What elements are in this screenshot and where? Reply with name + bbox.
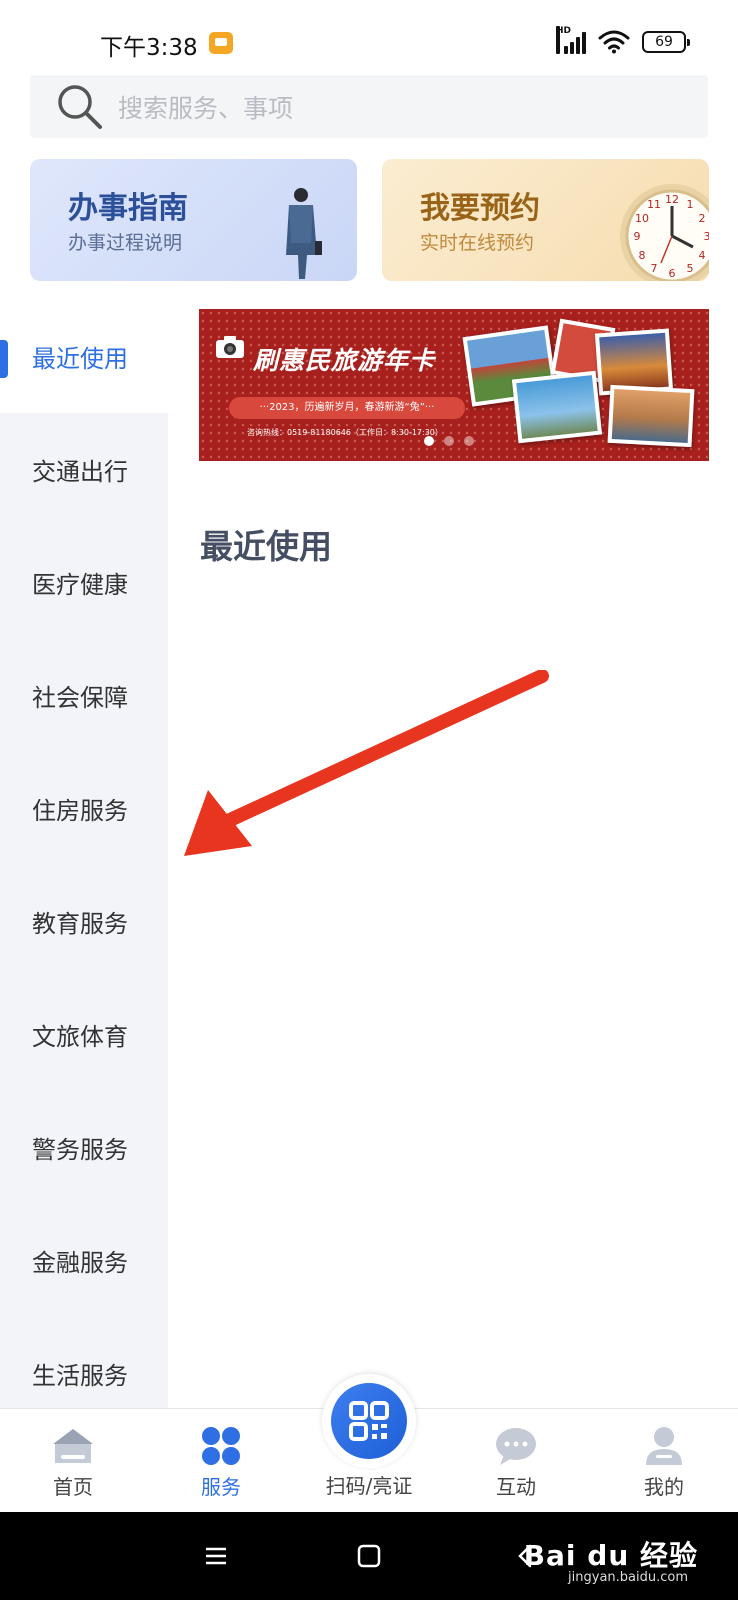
promo-banner[interactable]: 刷惠民旅游年卡 ···2023，历遍新岁月，春游新游“兔”··· 咨询热线：05…	[199, 309, 709, 461]
hd-label: HD	[556, 26, 571, 54]
tab-interact[interactable]: 互动	[456, 1409, 576, 1513]
search-placeholder: 搜索服务、事项	[118, 93, 294, 123]
guide-card[interactable]: 办事指南 办事过程说明	[30, 159, 357, 281]
annotation-arrow	[184, 670, 549, 856]
sidebar-item-housing[interactable]: 住房服务	[0, 752, 168, 865]
tab-service[interactable]: 服务	[161, 1409, 281, 1513]
category-sidebar: 最近使用 交通出行 医疗健康 社会保障 住房服务 教育服务 文旅体育 警务服务 …	[0, 300, 168, 1408]
svg-text:11: 11	[647, 198, 661, 211]
person-illustration	[286, 188, 322, 279]
wifi-icon	[598, 30, 630, 54]
tab-mine[interactable]: 我的	[604, 1409, 724, 1513]
banner-hotline: 咨询热线：0519-81180646（工作日：8:30-17:30）	[247, 428, 443, 437]
banner-indicator-1	[424, 436, 434, 446]
svg-text:12: 12	[665, 193, 679, 206]
svg-text:8: 8	[639, 249, 646, 262]
sidebar-item-finance[interactable]: 金融服务	[0, 1204, 168, 1317]
baidu-watermark-url: jingyan.baidu.com	[568, 1570, 688, 1585]
banner-indicator-3	[464, 436, 474, 446]
sidebar-item-transport[interactable]: 交通出行	[0, 413, 168, 526]
tab-home[interactable]: 首页	[13, 1409, 133, 1513]
tab-home-label: 首页	[53, 1475, 93, 1499]
svg-text:10: 10	[635, 212, 649, 225]
home-icon	[53, 1429, 93, 1463]
search-icon	[58, 84, 102, 129]
svg-text:7: 7	[651, 262, 658, 275]
baidu-watermark: Bai du 经验	[523, 1539, 698, 1572]
menu-icon[interactable]	[200, 1540, 232, 1572]
battery-icon: 69	[642, 31, 690, 53]
sidebar-item-recent[interactable]: 最近使用	[0, 300, 168, 413]
cellular-signal-icon: HD	[556, 26, 586, 54]
tab-service-label: 服务	[201, 1475, 241, 1499]
svg-text:1: 1	[687, 198, 694, 211]
status-time: 下午3:38	[100, 35, 198, 61]
user-profile-icon	[646, 1427, 682, 1465]
message-notification-icon	[209, 32, 233, 54]
service-grid-icon	[202, 1427, 240, 1465]
svg-text:4: 4	[699, 249, 706, 262]
svg-text:3: 3	[704, 230, 710, 243]
chat-bubble-icon	[496, 1428, 536, 1465]
section-title: 最近使用	[200, 527, 332, 566]
booking-card-subtitle: 实时在线预约	[420, 232, 535, 254]
qr-code-icon	[349, 1401, 389, 1441]
system-navigation-bar: Bai du 经验 jingyan.baidu.com	[0, 1512, 738, 1600]
sidebar-item-culture-sports[interactable]: 文旅体育	[0, 978, 168, 1091]
svg-text:5: 5	[687, 262, 694, 275]
banner-tagline: ···2023，历遍新岁月，春游新游“兔”···	[229, 397, 465, 419]
guide-card-title: 办事指南	[68, 191, 188, 226]
sidebar-item-social-security[interactable]: 社会保障	[0, 639, 168, 752]
tab-mine-label: 我的	[644, 1475, 684, 1499]
sidebar-item-education[interactable]: 教育服务	[0, 865, 168, 978]
banner-photo-ferris-wheel	[511, 370, 603, 444]
camera-icon	[216, 336, 244, 358]
booking-card[interactable]: 我要预约 实时在线预约 12 3 6 9 1 2 11 10 45 78	[382, 159, 709, 281]
clock-icon: 12 3 6 9 12 1110 45 78	[620, 184, 710, 281]
booking-card-title: 我要预约	[420, 191, 540, 226]
home-button-icon[interactable]	[353, 1540, 385, 1572]
sidebar-item-police[interactable]: 警务服务	[0, 1091, 168, 1204]
status-icons: HD 69	[556, 26, 690, 54]
search-bar[interactable]: 搜索服务、事项	[30, 75, 708, 138]
svg-text:6: 6	[669, 267, 676, 280]
scan-qr-label: 扫码/亮证	[325, 1474, 413, 1498]
svg-text:2: 2	[699, 212, 706, 225]
tab-interact-label: 互动	[496, 1475, 536, 1499]
banner-title: 刷惠民旅游年卡	[253, 346, 436, 375]
sidebar-item-medical[interactable]: 医疗健康	[0, 526, 168, 639]
banner-photo-river-town	[607, 384, 695, 448]
battery-level: 69	[655, 34, 673, 50]
scan-qr-button[interactable]	[322, 1374, 416, 1468]
banner-indicator-2	[444, 436, 454, 446]
guide-card-subtitle: 办事过程说明	[68, 232, 183, 254]
svg-text:9: 9	[634, 230, 641, 243]
